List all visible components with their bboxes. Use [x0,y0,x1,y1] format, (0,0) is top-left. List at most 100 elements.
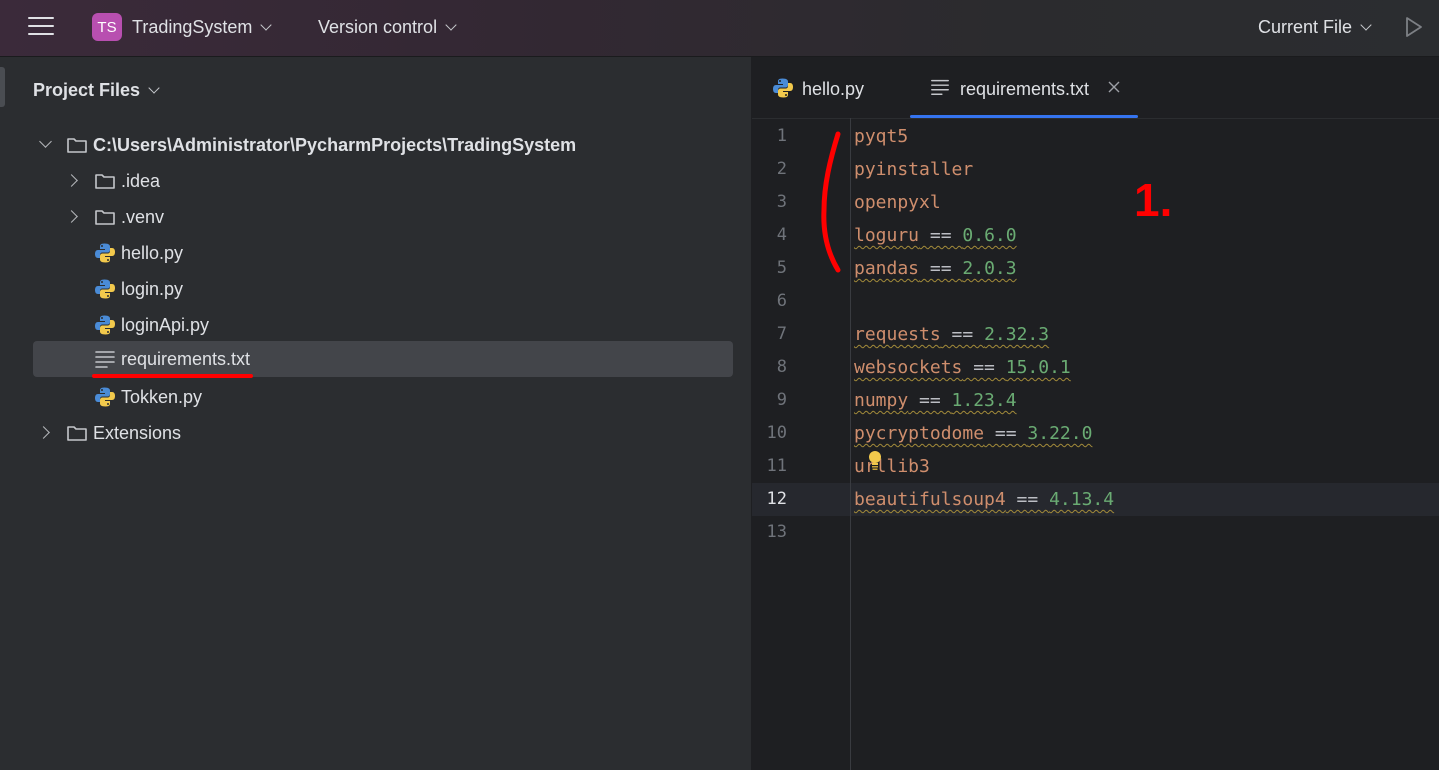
pane-title: Project Files [33,80,141,100]
tree-item-login-py[interactable]: login.py [33,271,733,307]
chevron-down-icon [148,82,160,94]
title-bar: TS TradingSystem Version control Current… [0,0,1439,57]
line-number: 2 [776,159,787,179]
code-text: numpy == 1.23.4 [854,390,1017,411]
run-config-label: Current File [1258,17,1353,37]
version-number: 2.32.3 [984,324,1050,345]
gutter-separator [850,118,851,770]
package-name: pyqt5 [854,126,909,147]
version-operator: == [908,390,952,411]
python-file-icon [95,315,115,335]
tree-item-loginapi-py[interactable]: loginApi.py [33,307,733,343]
code-line[interactable]: 1 pyqt5 [752,120,1439,153]
package-name: numpy [854,390,909,411]
version-number: 3.22.0 [1027,423,1093,444]
code-text: pandas == 2.0.3 [854,258,1017,279]
version-control-label: Version control [318,17,438,37]
code-line[interactable]: 7 requests == 2.32.3 [752,318,1439,351]
project-files-selector[interactable]: Project Files [33,80,160,101]
expand-arrow-icon[interactable] [65,174,78,187]
line-number: 10 [766,423,787,443]
tree-item-label: C:\Users\Administrator\PycharmProjects\T… [93,134,577,155]
code-line[interactable]: 13 [752,516,1439,549]
package-name: pyinstaller [854,159,974,180]
package-name: beautifulsoup4 [854,489,1006,510]
line-number: 1 [776,126,787,146]
line-number: 4 [776,225,787,245]
expand-arrow-icon[interactable] [39,135,52,148]
code-text: requests == 2.32.3 [854,324,1049,345]
project-badge[interactable]: TS [92,13,122,41]
expand-arrow-icon[interactable] [65,210,78,223]
tab-hello-py[interactable]: hello.py [772,57,892,118]
version-operator: == [940,324,985,345]
version-operator: == [962,357,1006,378]
code-line[interactable]: 3 openpyxl [752,186,1439,219]
package-name: urllib3 [854,456,930,477]
code-text: pycryptodome == 3.22.0 [854,423,1092,444]
line-number: 6 [776,291,787,311]
line-number: 8 [776,357,787,377]
line-number: 3 [776,192,787,212]
code-line[interactable]: 10 pycryptodome == 3.22.0 [752,417,1439,450]
version-operator: == [919,225,963,246]
code-line[interactable]: 11 urllib3 [752,450,1439,483]
project-switcher[interactable]: TradingSystem [132,17,273,38]
code-line[interactable]: 9 numpy == 1.23.4 [752,384,1439,417]
close-tab-icon[interactable] [1108,81,1120,93]
tree-item-label: Tokken.py [121,386,203,407]
code-line[interactable]: 2 pyinstaller [752,153,1439,186]
main-menu-icon[interactable] [28,14,54,38]
tree-item-label: .venv [121,206,165,227]
tree-item-tokken-py[interactable]: Tokken.py [33,379,733,415]
folder-icon [95,174,115,189]
expand-arrow-icon[interactable] [37,426,50,439]
code-text: urllib3 [854,456,930,477]
chevron-down-icon [260,19,273,31]
chevron-down-icon [1360,19,1372,31]
tab-requirements-txt[interactable]: requirements.txt [910,57,1138,118]
tab-label: requirements.txt [960,79,1090,99]
package-name: requests [854,324,941,345]
version-number: 0.6.0 [962,225,1017,246]
line-number: 9 [776,390,787,410]
code-line[interactable]: 8 websockets == 15.0.1 [752,351,1439,384]
code-text: beautifulsoup4 == 4.13.4 [854,489,1114,510]
code-line[interactable]: 6 [752,285,1439,318]
line-number: 12 [766,489,787,509]
tree-item-extensions[interactable]: Extensions [33,415,733,451]
tree-item-hello-py[interactable]: hello.py [33,235,733,271]
folder-icon [67,426,87,441]
line-number: 7 [776,324,787,344]
version-number: 2.0.3 [962,258,1017,279]
text-file-icon [95,351,115,368]
version-operator: == [984,423,1028,444]
tree-item-label: hello.py [121,242,184,263]
version-operator: == [1005,489,1050,510]
code-text: openpyxl [854,192,941,213]
code-line[interactable]: 5 pandas == 2.0.3 [752,252,1439,285]
line-number: 11 [766,456,787,476]
tree-item-venv[interactable]: .venv [33,199,733,235]
tool-window-strip [0,57,10,770]
line-number: 13 [766,522,787,542]
tree-item-idea[interactable]: .idea [33,163,733,199]
project-files-pane: Project Files C:\Users\Administrator\Pyc… [10,57,752,770]
code-line[interactable]: 4 loguru == 0.6.0 [752,219,1439,252]
lightbulb-icon[interactable] [868,450,882,472]
version-control-menu[interactable]: Version control [318,17,457,38]
code-line[interactable]: 12 beautifulsoup4 == 4.13.4 [752,483,1439,516]
code-text: pyqt5 [854,126,908,147]
run-icon[interactable] [1404,16,1424,38]
version-operator: == [919,258,963,279]
tree-item-requirements-txt[interactable]: requirements.txt [33,341,733,377]
tree-item-root-folder[interactable]: C:\Users\Administrator\PycharmProjects\T… [33,127,733,163]
package-name: websockets [854,357,963,378]
run-configuration-selector[interactable]: Current File [1258,17,1372,38]
tree-item-label: .idea [121,170,161,191]
code-editor[interactable]: 1 pyqt5 2 pyinstaller 3 openpyxl 4 loguru == 0.… [752,118,1439,770]
tree-item-label: loginApi.py [121,314,210,335]
editor-pane: hello.py requirements.txt 1 pyqt5 2 pyinsta… [752,57,1439,770]
project-tool-tab[interactable] [0,67,5,107]
python-file-icon [95,243,115,263]
